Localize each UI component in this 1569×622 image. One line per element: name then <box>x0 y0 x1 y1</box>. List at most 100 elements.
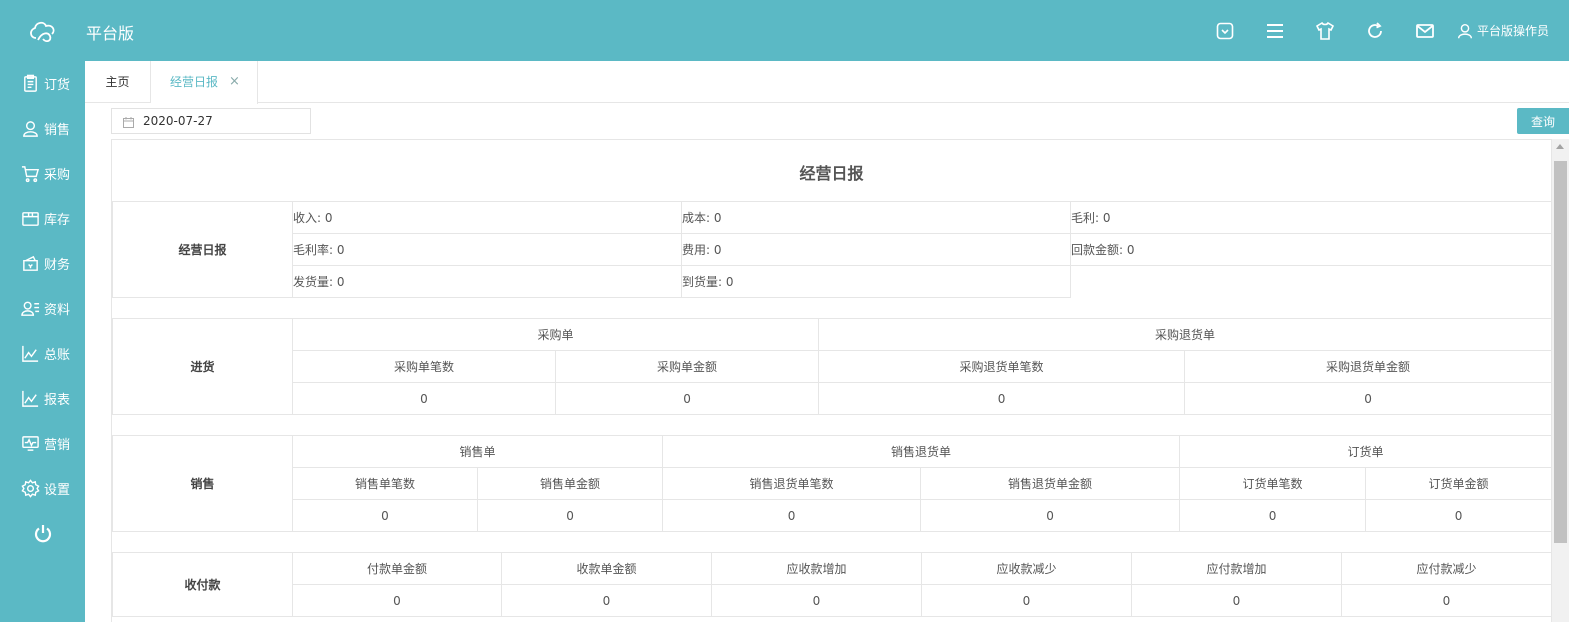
column-header: 销售单金额 <box>476 467 664 500</box>
table-row: 销售单笔数 销售单金额 销售退货单笔数 销售退货单金额 订货单笔数 订货单金额 <box>113 467 1551 500</box>
column-header: 订货单笔数 <box>1179 467 1367 500</box>
column-header: 应收款减少 <box>921 552 1132 585</box>
monitor-pulse-icon <box>22 436 39 451</box>
sidebar-item-label: 采购 <box>44 168 71 183</box>
column-header: 采购单笔数 <box>292 350 556 383</box>
sidebar-item-settings[interactable]: 设置 <box>0 466 85 511</box>
user-name: 平台版操作员 <box>1476 24 1549 38</box>
column-header: 收款单金额 <box>501 552 712 585</box>
value-cell: 0 <box>476 499 664 532</box>
contacts-icon <box>21 301 40 316</box>
summary-cell: 回款金额: 0 <box>1070 233 1551 266</box>
report-panel: 经营日报 经营日报 收入: 0 成本: 0 毛利: 0 毛利率: 0 费用: 0… <box>111 139 1552 622</box>
sidebar-item-data[interactable]: 资料 <box>0 286 85 331</box>
person-icon <box>23 121 38 137</box>
line-chart-icon <box>22 390 39 407</box>
table-row: 0 0 0 0 <box>113 382 1551 415</box>
menu-icon[interactable] <box>1250 0 1300 61</box>
section-label: 经营日报 <box>112 201 293 298</box>
column-header: 销售退货单笔数 <box>662 467 922 500</box>
date-picker-input[interactable]: 2020-07-27 <box>111 108 311 134</box>
group-header: 采购退货单 <box>818 318 1551 351</box>
sidebar-item-sales[interactable]: 销售 <box>0 106 85 151</box>
scroll-up-arrow-icon[interactable] <box>1556 144 1564 149</box>
section-label: 进货 <box>112 318 293 415</box>
sidebar-item-marketing[interactable]: 营销 <box>0 421 85 466</box>
summary-cell: 费用: 0 <box>681 233 1071 266</box>
value-cell: 0 <box>711 584 922 617</box>
scrollbar-thumb[interactable] <box>1554 161 1567 543</box>
sidebar-item-label: 订货 <box>44 78 71 93</box>
column-header: 应付款减少 <box>1341 552 1551 585</box>
table-row: 采购单笔数 采购单金额 采购退货单笔数 采购退货单金额 <box>113 350 1551 383</box>
purchase-table: 进货 采购单 采购退货单 采购单笔数 采购单金额 采购退货单笔数 采购退货单金额… <box>112 318 1551 415</box>
table-row: 经营日报 收入: 0 成本: 0 毛利: 0 <box>112 201 1551 298</box>
refresh-icon[interactable] <box>1350 0 1400 61</box>
sidebar-item-purchase[interactable]: 采购 <box>0 151 85 196</box>
column-header: 订货单金额 <box>1365 467 1551 500</box>
query-button[interactable]: 查询 <box>1517 108 1569 134</box>
box-icon <box>22 212 39 226</box>
column-header: 销售单笔数 <box>292 467 478 500</box>
empty-cell <box>1070 265 1551 298</box>
sidebar-item-ledger[interactable]: 总账 <box>0 331 85 376</box>
value-cell: 0 <box>662 499 922 532</box>
table-row: 0 0 0 0 0 0 <box>113 499 1551 532</box>
value-cell: 0 <box>920 499 1181 532</box>
group-header: 销售单 <box>291 435 664 468</box>
user-menu[interactable]: 平台版操作员 <box>1456 22 1549 40</box>
sidebar: 订货 销售 采购 库存 财务 资料 总账 报表 营销 设置 <box>0 61 85 622</box>
table-row: 收付款 付款单金额 收款单金额 应收款增加 应收款减少 应付款增加 应付款减少 <box>112 552 1551 617</box>
sidebar-item-label: 财务 <box>44 258 71 273</box>
power-icon <box>34 524 51 542</box>
tab-daily-report[interactable]: 经营日报 × <box>151 61 258 104</box>
sidebar-item-order[interactable]: 订货 <box>0 61 85 106</box>
top-bar: 平台版 平台版操作员 <box>0 0 1569 61</box>
summary-cell: 成本: 0 <box>681 201 1071 234</box>
logout-button[interactable] <box>0 511 85 556</box>
calendar-icon <box>123 117 134 128</box>
column-header: 采购退货单笔数 <box>818 350 1186 383</box>
tab-home[interactable]: 主页 <box>85 61 151 103</box>
scrollbar[interactable] <box>1552 139 1569 622</box>
section-label: 收付款 <box>112 552 293 617</box>
sidebar-item-label: 报表 <box>44 393 71 408</box>
sidebar-item-label: 库存 <box>44 213 71 228</box>
user-icon <box>1457 23 1473 38</box>
app-title: 平台版 <box>86 24 135 43</box>
column-header: 销售退货单金额 <box>920 467 1181 500</box>
sidebar-item-finance[interactable]: 财务 <box>0 241 85 286</box>
value-cell: 0 <box>1131 584 1342 617</box>
date-value: 2020-07-27 <box>143 114 213 128</box>
mail-icon[interactable] <box>1400 0 1450 61</box>
report-title: 经营日报 <box>799 164 864 183</box>
tab-bar: 主页 经营日报 × <box>85 61 1569 104</box>
sales-table: 销售 销售单 销售退货单 订货单 销售单笔数 销售单金额 销售退货单笔数 销售退… <box>112 435 1551 532</box>
sidebar-item-label: 销售 <box>44 123 71 138</box>
value-cell: 0 <box>292 499 478 532</box>
value-cell: 0 <box>921 584 1132 617</box>
value-cell: 0 <box>501 584 712 617</box>
chat-box-icon[interactable] <box>1200 0 1250 61</box>
summary-table: 经营日报 收入: 0 成本: 0 毛利: 0 毛利率: 0 费用: 0 回款金额… <box>112 201 1551 298</box>
shirt-icon[interactable] <box>1300 0 1350 61</box>
value-cell: 0 <box>1341 584 1551 617</box>
close-icon[interactable]: × <box>229 61 240 103</box>
table-row: 0 0 0 0 0 0 <box>113 584 1551 617</box>
value-cell: 0 <box>292 584 502 617</box>
group-header: 采购单 <box>291 318 820 351</box>
value-cell: 0 <box>1365 499 1551 532</box>
sidebar-item-label: 设置 <box>44 483 71 498</box>
value-cell: 0 <box>818 382 1186 415</box>
sidebar-item-inventory[interactable]: 库存 <box>0 196 85 241</box>
sidebar-item-reports[interactable]: 报表 <box>0 376 85 421</box>
wallet-icon <box>23 255 38 271</box>
value-cell: 0 <box>1179 499 1367 532</box>
table-row: 发货量: 0 到货量: 0 <box>113 265 1551 298</box>
value-cell: 0 <box>292 382 556 415</box>
summary-cell: 毛利率: 0 <box>292 233 682 266</box>
summary-cell: 毛利: 0 <box>1070 201 1551 234</box>
column-header: 付款单金额 <box>292 552 502 585</box>
gear-icon <box>21 479 40 498</box>
tab-label: 经营日报 <box>170 75 219 89</box>
